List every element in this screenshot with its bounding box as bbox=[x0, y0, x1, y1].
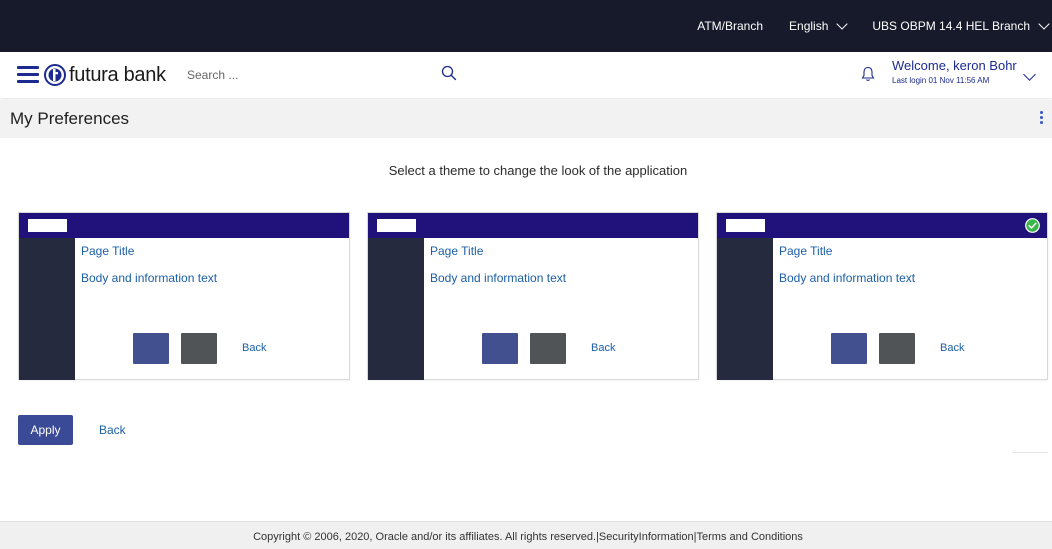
theme-preview-header bbox=[717, 213, 1047, 238]
theme-preview-body: Body and information text bbox=[779, 271, 916, 285]
theme-preview-body: Body and information text bbox=[81, 271, 218, 285]
terms-conditions-link[interactable]: Terms and Conditions bbox=[697, 531, 803, 543]
welcome-text: Welcome, keron Bohr bbox=[892, 58, 1017, 73]
futura-logo-icon bbox=[44, 64, 66, 86]
language-label: English bbox=[789, 19, 829, 33]
theme-preview-logo bbox=[726, 219, 765, 232]
page-title-bar: My Preferences bbox=[0, 100, 1052, 138]
theme-preview-sidebar bbox=[368, 238, 424, 380]
search-input[interactable] bbox=[187, 64, 427, 86]
security-information-link[interactable]: SecurityInformation bbox=[599, 531, 694, 543]
page-title: My Preferences bbox=[10, 109, 130, 128]
atm-branch-label: ATM/Branch bbox=[697, 19, 764, 33]
top-utility-bar: ATM/Branch English UBS OBPM 14.4 HEL Bra… bbox=[0, 0, 1052, 52]
search-icon[interactable] bbox=[441, 65, 457, 81]
user-menu[interactable]: Welcome, keron Bohr Last login 01 Nov 11… bbox=[892, 58, 1017, 85]
brand-name: futura bank bbox=[69, 63, 166, 86]
menu-icon[interactable] bbox=[17, 65, 39, 83]
chevron-down-icon[interactable] bbox=[1023, 68, 1036, 81]
theme-preview-title: Page Title bbox=[779, 244, 833, 258]
theme-preview-secondary-button bbox=[181, 333, 217, 364]
theme-preview-sidebar bbox=[19, 238, 75, 380]
theme-preview-logo bbox=[377, 219, 416, 232]
bell-icon[interactable] bbox=[861, 66, 875, 82]
theme-preview-body: Body and information text bbox=[430, 271, 567, 285]
theme-preview-back: Back bbox=[242, 342, 267, 354]
theme-preview-header bbox=[368, 213, 698, 238]
theme-instruction: Select a theme to change the look of the… bbox=[388, 163, 688, 178]
copyright-text: Copyright © 2006, 2020, Oracle and/or it… bbox=[253, 531, 599, 543]
theme-preview-back: Back bbox=[591, 342, 616, 354]
back-link[interactable]: Back bbox=[99, 423, 126, 437]
theme-card-3[interactable]: Page Title Body and information text Bac… bbox=[716, 212, 1048, 380]
theme-preview-back: Back bbox=[940, 342, 965, 354]
theme-preview-sidebar bbox=[717, 238, 773, 380]
theme-preview-title: Page Title bbox=[81, 244, 135, 258]
brand-logo[interactable]: futura bank bbox=[44, 61, 166, 89]
app-header: futura bank Welcome, keron Bohr Last log… bbox=[0, 52, 1052, 98]
theme-card-1[interactable]: Page Title Body and information text Bac… bbox=[18, 212, 350, 380]
atm-branch-link[interactable]: ATM/Branch bbox=[697, 19, 763, 33]
footer: Copyright © 2006, 2020, Oracle and/or it… bbox=[0, 521, 1052, 549]
theme-preview-logo bbox=[28, 219, 67, 232]
footer-text: Copyright © 2006, 2020, Oracle and/or it… bbox=[0, 531, 1052, 543]
theme-preview-header bbox=[19, 213, 349, 238]
more-options-icon[interactable] bbox=[1040, 111, 1044, 125]
apply-button[interactable]: Apply bbox=[18, 415, 73, 445]
chevron-down-icon bbox=[836, 17, 849, 30]
theme-card-2[interactable]: Page Title Body and information text Bac… bbox=[367, 212, 699, 380]
theme-preview-secondary-button bbox=[879, 333, 915, 364]
check-circle-icon bbox=[1025, 218, 1040, 233]
divider bbox=[1012, 452, 1048, 453]
language-dropdown[interactable]: English bbox=[789, 17, 849, 33]
theme-preview-primary-button bbox=[133, 333, 169, 364]
theme-preview-title: Page Title bbox=[430, 244, 484, 258]
last-login-text: Last login 01 Nov 11:56 AM bbox=[892, 76, 990, 85]
chevron-down-icon bbox=[1038, 17, 1050, 30]
branch-label: UBS OBPM 14.4 HEL Branch bbox=[872, 19, 1030, 33]
theme-preview-primary-button bbox=[482, 333, 518, 364]
branch-dropdown[interactable]: UBS OBPM 14.4 HEL Branch bbox=[872, 17, 1050, 33]
theme-preview-primary-button bbox=[831, 333, 867, 364]
theme-preview-secondary-button bbox=[530, 333, 566, 364]
